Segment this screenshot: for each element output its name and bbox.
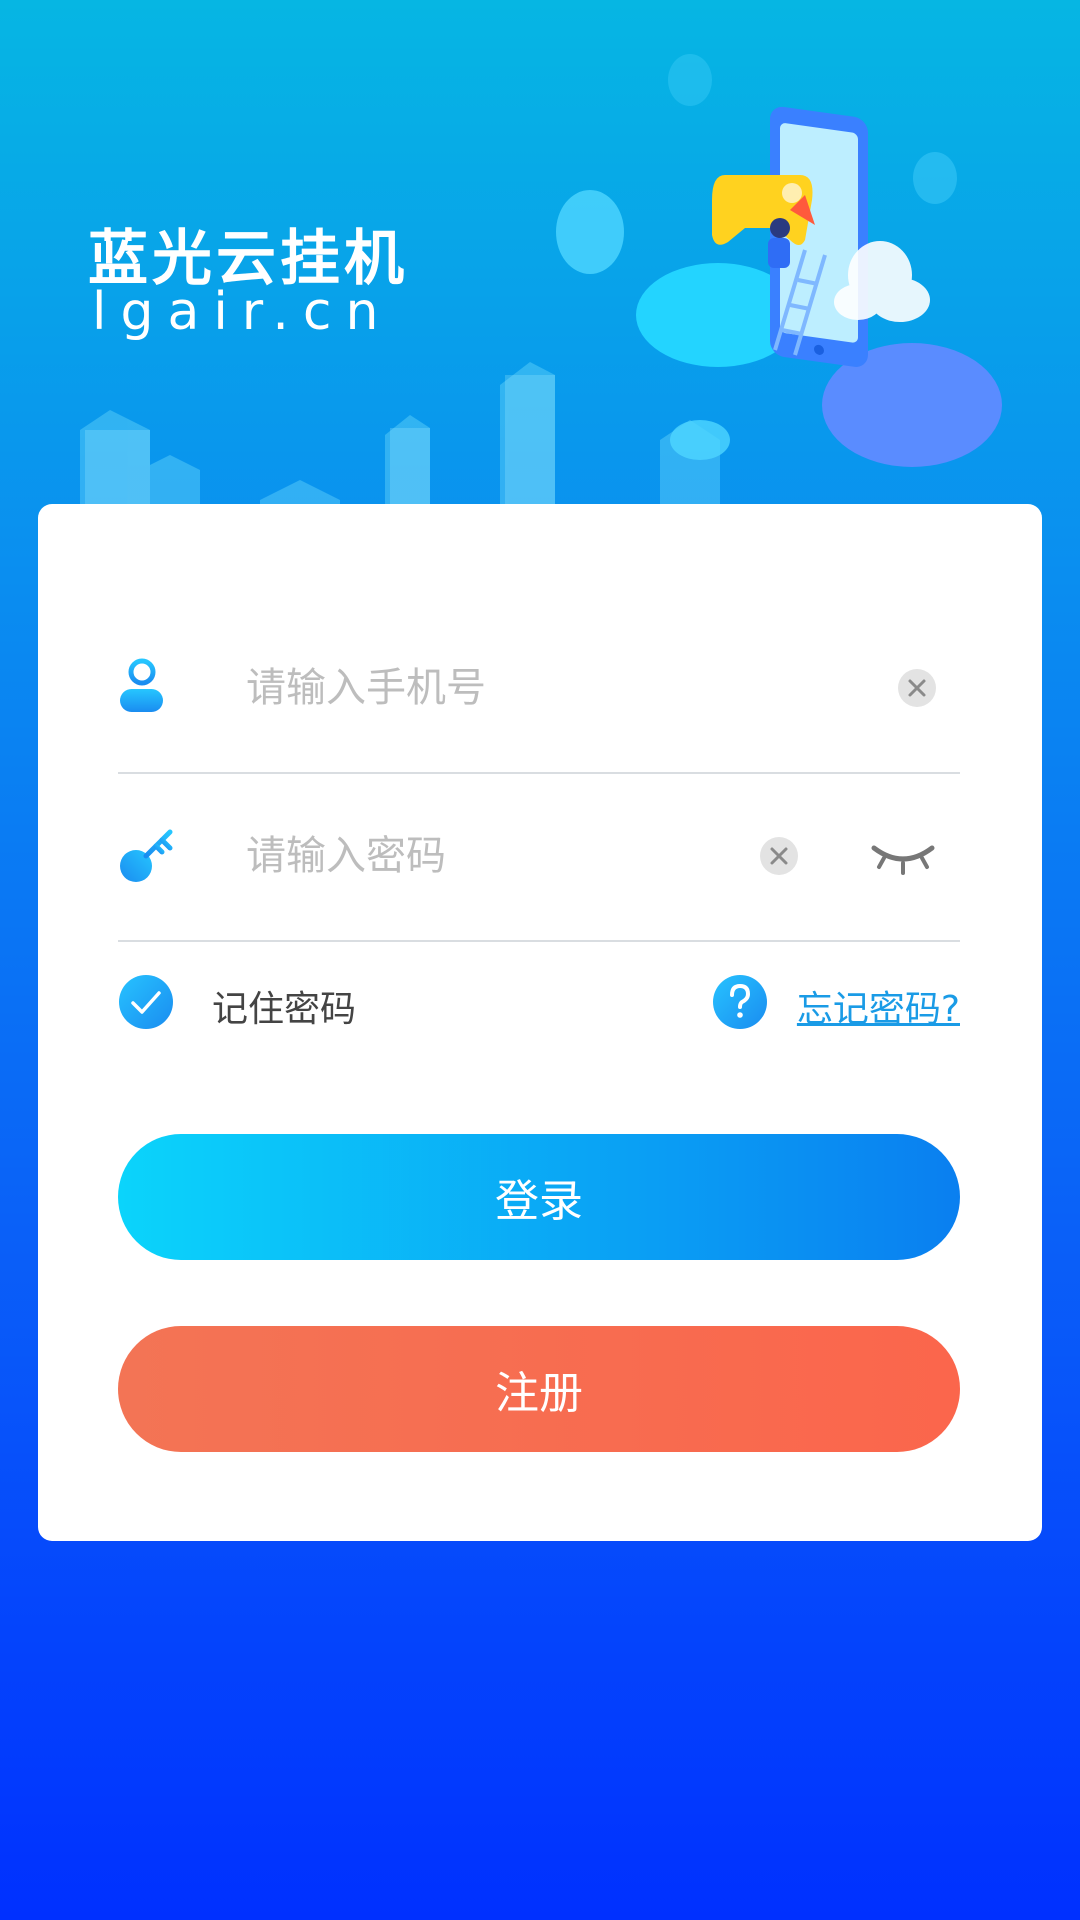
close-icon <box>770 847 788 865</box>
brand-domain: lgair.cn <box>92 282 393 342</box>
password-field-row <box>118 772 960 942</box>
register-button[interactable]: 注册 <box>118 1326 960 1452</box>
header-banner: 蓝光云挂机 lgair.cn <box>0 0 1080 505</box>
forgot-password-link[interactable]: 忘记密码? <box>797 980 960 1032</box>
question-icon <box>713 975 767 1029</box>
clear-phone-button[interactable] <box>898 669 936 707</box>
clear-password-button[interactable] <box>760 837 798 875</box>
user-icon <box>120 658 163 712</box>
login-card: 记住密码 忘记密码? 登录 注册 <box>38 504 1042 1541</box>
remember-password-checkbox[interactable] <box>118 974 174 1030</box>
phone-field-row <box>118 604 960 774</box>
close-icon <box>908 679 926 697</box>
options-row: 记住密码 忘记密码? <box>118 972 960 1032</box>
login-button[interactable]: 登录 <box>118 1134 960 1260</box>
key-icon <box>120 829 173 882</box>
eye-closed-icon[interactable] <box>870 836 936 876</box>
remember-password-label[interactable]: 记住密码 <box>212 980 356 1032</box>
phone-input[interactable] <box>244 657 768 719</box>
password-input[interactable] <box>244 825 768 887</box>
